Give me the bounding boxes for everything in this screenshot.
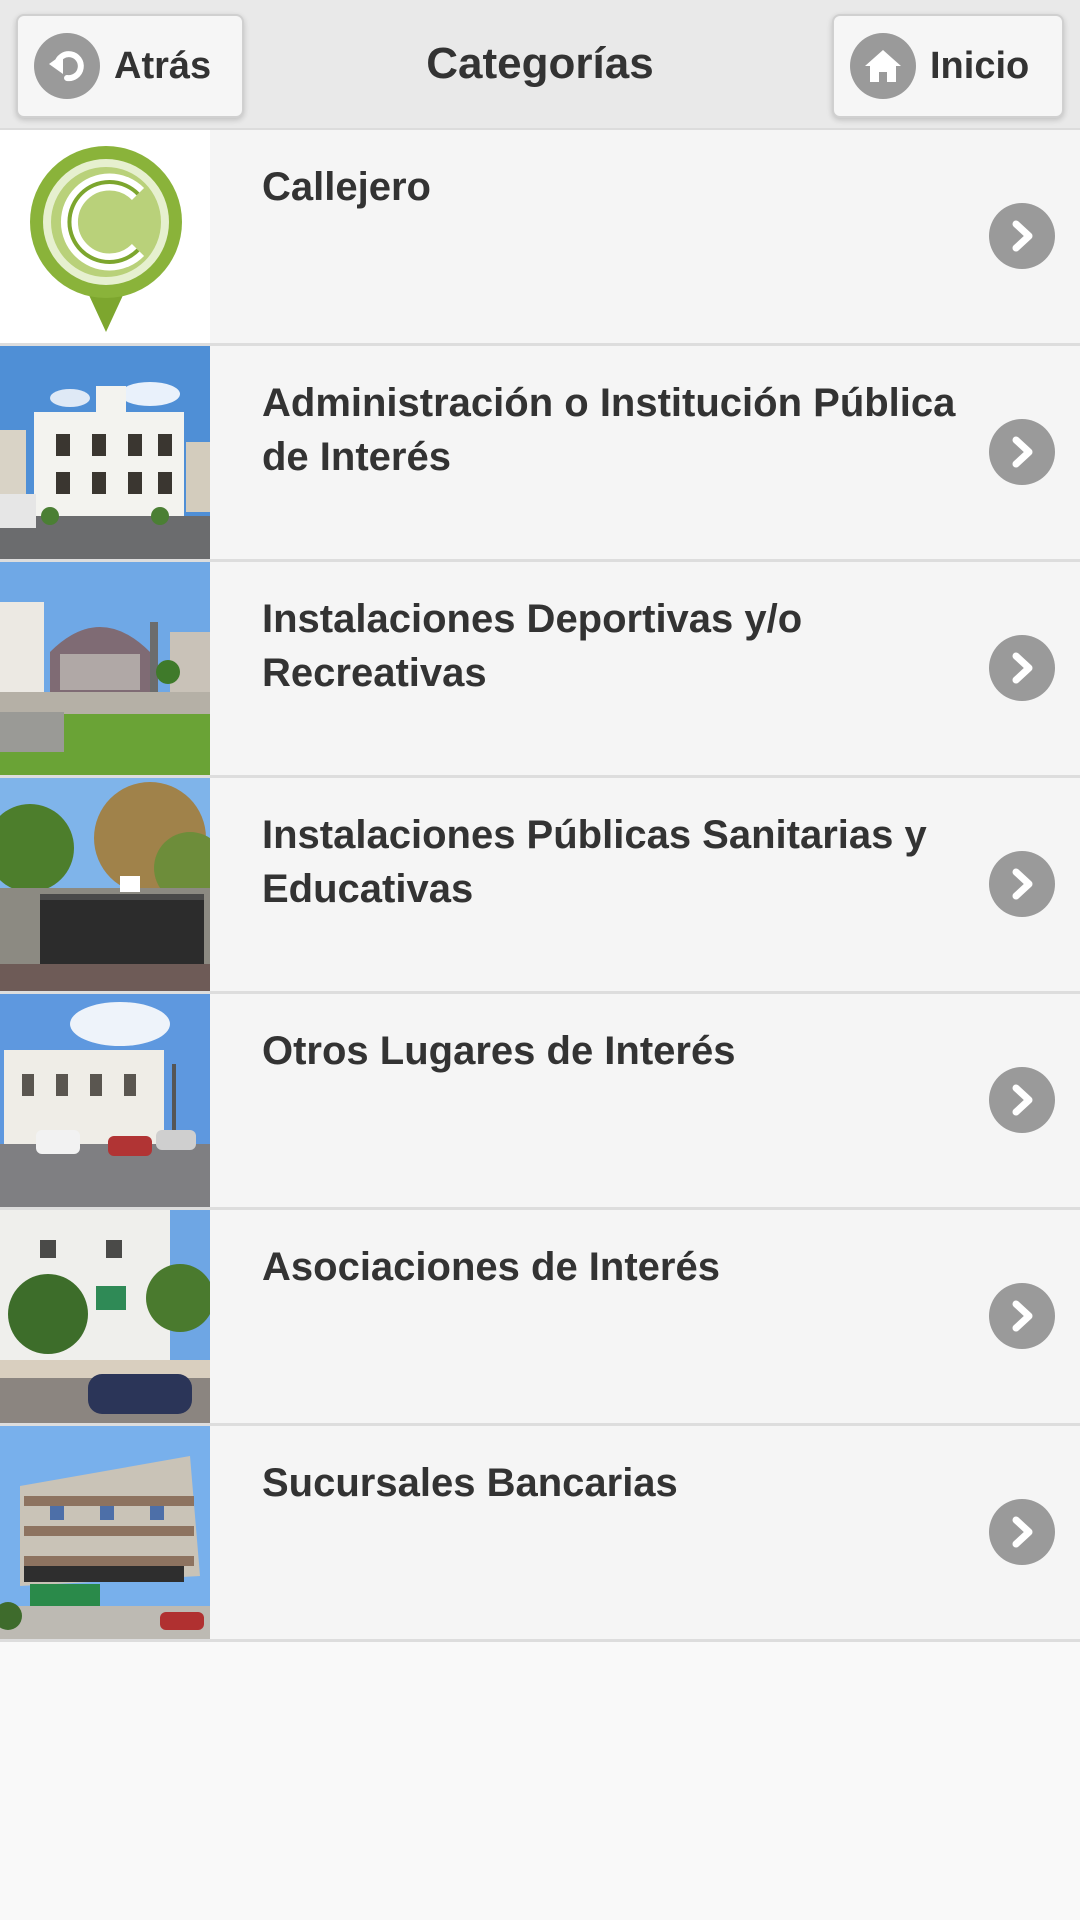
chevron-right-icon [989, 419, 1055, 485]
chevron-right-icon [989, 851, 1055, 917]
category-item-deportivas[interactable]: Instalaciones Deportivas y/o Recreativas [0, 562, 1080, 778]
other-places-photo [0, 994, 210, 1207]
back-arrow-icon [34, 33, 100, 99]
back-button-label: Atrás [114, 44, 212, 87]
town-hall-photo [0, 346, 210, 559]
category-item-otros-lugares[interactable]: Otros Lugares de Interés [0, 994, 1080, 1210]
home-button[interactable]: Inicio [832, 14, 1064, 118]
home-button-label: Inicio [930, 44, 1030, 87]
category-label: Callejero [262, 165, 431, 209]
bank-branch-photo [0, 1426, 210, 1639]
top-bar: Categorías Atrás Inicio [0, 0, 1080, 130]
category-label: Otros Lugares de Interés [262, 1029, 736, 1073]
home-icon [850, 33, 916, 99]
category-label: Instalaciones Públicas Sanitarias y Educ… [262, 813, 927, 911]
category-label: Sucursales Bancarias [262, 1461, 678, 1505]
category-item-asociaciones[interactable]: Asociaciones de Interés [0, 1210, 1080, 1426]
category-item-administracion[interactable]: Administración o Institución Pública de … [0, 346, 1080, 562]
category-label: Asociaciones de Interés [262, 1245, 720, 1289]
category-list: Callejero Administración o Institución P… [0, 130, 1080, 1642]
callejero-logo-thumbnail [0, 130, 210, 343]
chevron-right-icon [989, 635, 1055, 701]
sports-facility-photo [0, 562, 210, 775]
category-item-sanitarias[interactable]: Instalaciones Públicas Sanitarias y Educ… [0, 778, 1080, 994]
chevron-right-icon [989, 203, 1055, 269]
category-label: Instalaciones Deportivas y/o Recreativas [262, 597, 803, 695]
health-education-photo [0, 778, 210, 991]
chevron-right-icon [989, 1283, 1055, 1349]
category-item-callejero[interactable]: Callejero [0, 130, 1080, 346]
associations-photo [0, 1210, 210, 1423]
back-button[interactable]: Atrás [16, 14, 244, 118]
chevron-right-icon [989, 1499, 1055, 1565]
category-label: Administración o Institución Pública de … [262, 381, 956, 479]
chevron-right-icon [989, 1067, 1055, 1133]
category-item-sucursales[interactable]: Sucursales Bancarias [0, 1426, 1080, 1642]
